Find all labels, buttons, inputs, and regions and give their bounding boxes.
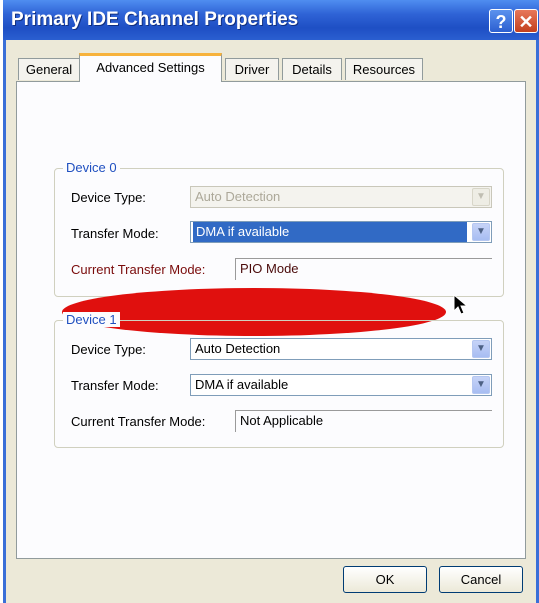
- device-0-current-mode-field: PIO Mode: [235, 258, 492, 280]
- chevron-down-icon[interactable]: ▼: [472, 340, 490, 358]
- chevron-down-icon[interactable]: ▼: [472, 376, 490, 394]
- device-1-current-mode-label: Current Transfer Mode:: [71, 414, 206, 429]
- chevron-down-icon[interactable]: ▼: [472, 223, 490, 241]
- advanced-settings-panel: Device 0 Device Type: Auto Detection ▼ T…: [16, 81, 526, 559]
- tab-details[interactable]: Details: [282, 58, 342, 80]
- device-0-current-mode-label: Current Transfer Mode:: [71, 262, 206, 277]
- device-0-transfer-mode-select[interactable]: DMA if available ▼: [190, 221, 492, 243]
- device-1-type-label: Device Type:: [71, 342, 146, 357]
- tab-resources[interactable]: Resources: [345, 58, 423, 80]
- device-0-transfer-mode-label: Transfer Mode:: [71, 226, 159, 241]
- mouse-pointer-icon: [453, 294, 469, 315]
- tab-advanced-settings[interactable]: Advanced Settings: [79, 53, 222, 82]
- tab-general[interactable]: General: [18, 58, 80, 80]
- window-title: Primary IDE Channel Properties: [11, 9, 299, 30]
- cancel-button[interactable]: Cancel: [439, 566, 523, 593]
- device-1-transfer-mode-select[interactable]: DMA if available ▼: [190, 374, 492, 396]
- device-1-current-mode-field: Not Applicable: [235, 410, 492, 432]
- chevron-down-icon: ▼: [472, 188, 490, 206]
- tab-driver[interactable]: Driver: [225, 58, 279, 80]
- close-button[interactable]: ✕: [514, 9, 538, 33]
- title-bar[interactable]: Primary IDE Channel Properties ? ✕: [3, 0, 539, 40]
- dialog-window: Primary IDE Channel Properties ? ✕ Gener…: [3, 0, 539, 603]
- ok-button[interactable]: OK: [343, 566, 427, 593]
- device-1-transfer-mode-label: Transfer Mode:: [71, 378, 159, 393]
- device-0-type-label: Device Type:: [71, 190, 146, 205]
- help-button[interactable]: ?: [489, 9, 513, 33]
- device-0-group-label: Device 0: [63, 160, 120, 175]
- device-1-type-select[interactable]: Auto Detection ▼: [190, 338, 492, 360]
- device-1-group-label: Device 1: [63, 312, 120, 327]
- dialog-client-area: General Advanced Settings Driver Details…: [6, 40, 536, 603]
- device-0-type-select: Auto Detection ▼: [190, 186, 492, 208]
